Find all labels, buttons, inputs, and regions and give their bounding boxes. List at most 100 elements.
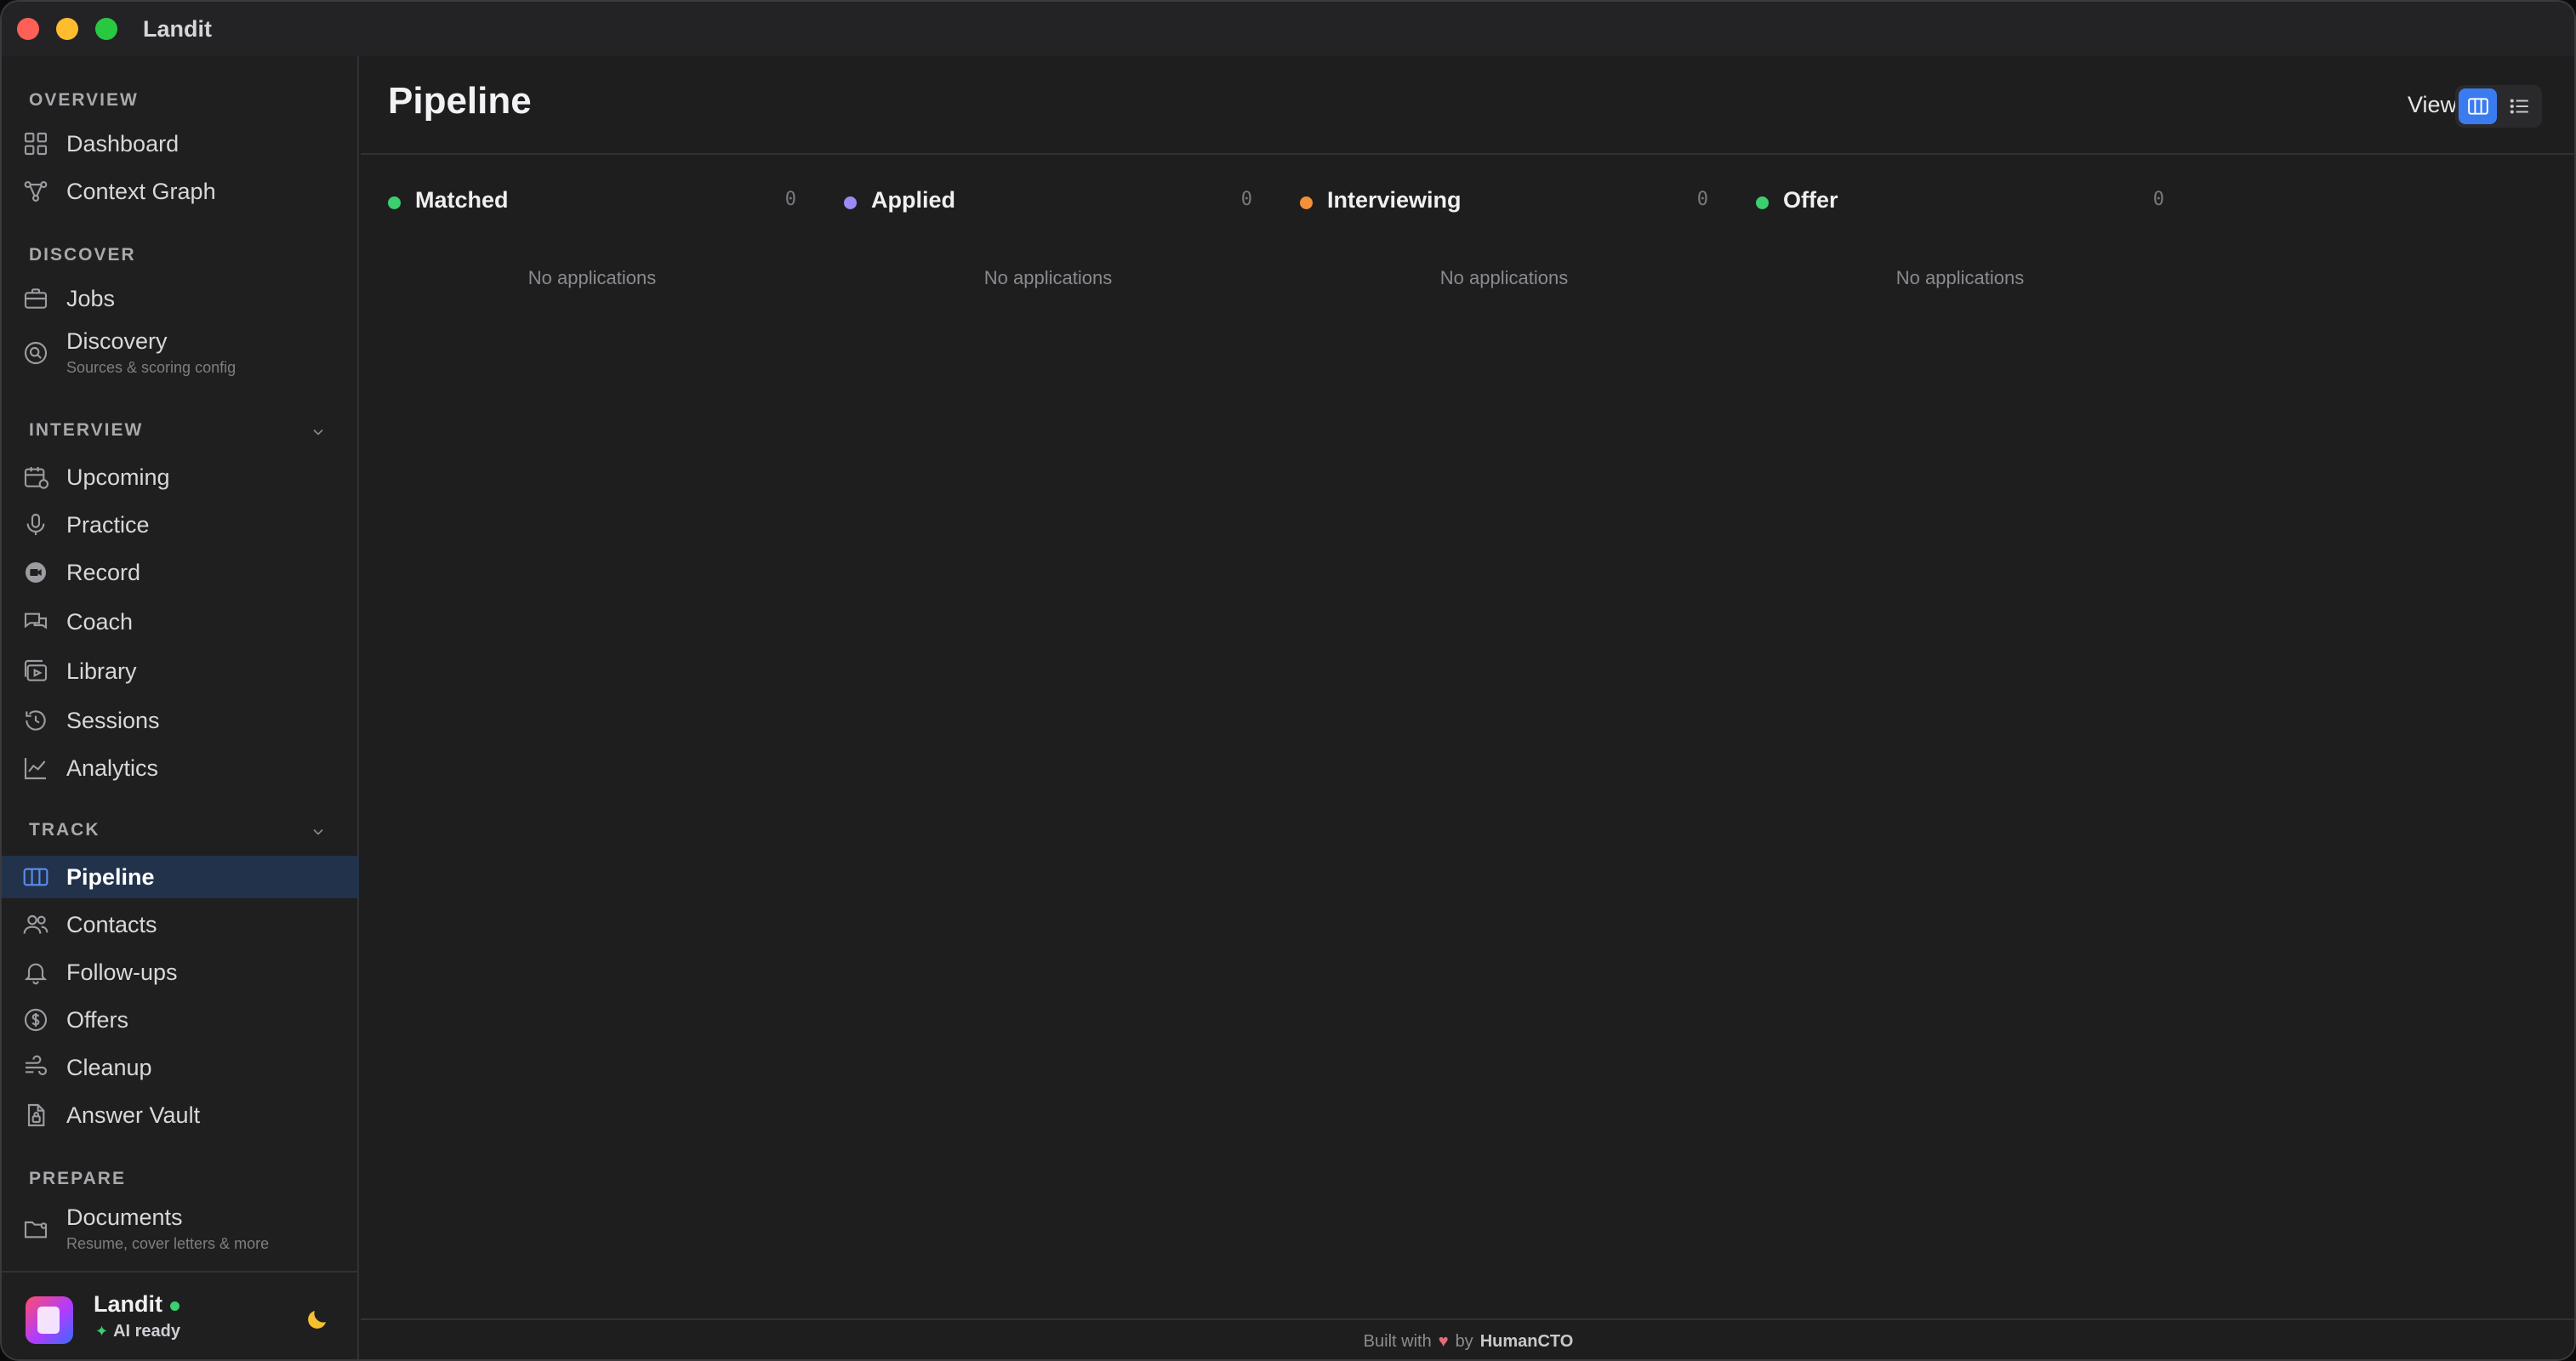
window-title: Landit (143, 15, 212, 42)
status-dot (388, 196, 401, 209)
graph-icon (24, 180, 48, 202)
dollar-icon (24, 1008, 48, 1032)
section-prepare: PREPARE (29, 1169, 126, 1188)
app-footer: Built with ♥ by HumanCTO (361, 1318, 2574, 1359)
column-header: Interviewing 0 (1300, 184, 1708, 218)
ai-status: ✦ AI ready (95, 1322, 180, 1341)
section-track: TRACK (29, 820, 100, 840)
status-dot (1300, 196, 1313, 209)
empty-state: No applications (1895, 267, 2025, 288)
sidebar-item-jobs[interactable]: Jobs (2, 277, 359, 320)
section-discover: DISCOVER (29, 245, 136, 265)
sidebar-item-label: Coach (66, 608, 134, 635)
sidebar-item-label: Library (66, 658, 137, 684)
folder-icon (24, 1221, 48, 1239)
ai-status-label: AI ready (113, 1322, 181, 1341)
sidebar-item-label: Pipeline (66, 863, 155, 890)
sidebar: OVERVIEW Dashboard Context Graph DISCOVE… (2, 56, 359, 1359)
sidebar-item-label: Offers (66, 1006, 129, 1033)
bell-icon (24, 963, 48, 985)
calendar-icon (24, 467, 49, 489)
empty-state: No applications (527, 267, 657, 288)
sidebar-item-context-graph[interactable]: Context Graph (2, 170, 359, 213)
sidebar-item-subtitle: Sources & scoring config (66, 359, 237, 376)
sidebar-item-follow-ups[interactable]: Follow-ups (2, 951, 359, 994)
columns-icon (2467, 98, 2488, 115)
page-title: Pipeline (388, 80, 532, 122)
status-dot (1756, 196, 1769, 209)
chevron-down-icon[interactable] (310, 424, 327, 441)
footer-built-with: Built with (1363, 1331, 1432, 1351)
zoom-window-button[interactable] (95, 18, 117, 40)
sidebar-item-contacts[interactable]: Contacts (2, 903, 359, 946)
sidebar-item-label: Answer Vault (66, 1102, 201, 1128)
sidebar-item-label: Follow-ups (66, 959, 178, 985)
empty-state: No applications (983, 267, 1113, 288)
online-indicator (170, 1301, 180, 1311)
sidebar-item-record[interactable]: Record (2, 551, 359, 594)
column-header: Offer 0 (1756, 184, 2164, 218)
sidebar-item-label: Documents (66, 1204, 183, 1230)
briefcase-icon (24, 288, 48, 309)
sidebar-item-answer-vault[interactable]: Answer Vault (2, 1094, 359, 1136)
empty-state: No applications (1439, 267, 1569, 288)
app-window: Landit OVERVIEW Dashboard Context Graph … (0, 0, 2576, 1361)
main-content: Pipeline View Matched 0 No applications (361, 56, 2574, 1359)
people-icon (23, 914, 48, 934)
sidebar-item-label: Record (66, 559, 141, 585)
chat-icon (24, 612, 48, 629)
sidebar-item-label: Context Graph (66, 178, 216, 204)
column-title: Interviewing (1327, 187, 1462, 213)
list-view-button[interactable] (2500, 88, 2539, 124)
column-count: 0 (1696, 189, 1708, 210)
sparkle-icon: ✦ (95, 1323, 109, 1340)
view-toggle (2455, 85, 2542, 128)
sidebar-item-library[interactable]: Library (2, 650, 359, 692)
sidebar-item-label: Practice (66, 511, 150, 538)
column-title: Matched (415, 187, 509, 213)
sidebar-item-subtitle: Resume, cover letters & more (66, 1235, 270, 1252)
column-count: 0 (1240, 189, 1252, 210)
document-lock-icon (27, 1103, 45, 1127)
sidebar-item-label: Jobs (66, 285, 116, 311)
column-header: Matched 0 (388, 184, 796, 218)
sidebar-item-discovery[interactable]: Discovery Sources & scoring config (2, 325, 359, 381)
brand-name: Landit (94, 1291, 162, 1317)
sidebar-item-analytics[interactable]: Analytics (2, 747, 359, 789)
sidebar-item-pipeline[interactable]: Pipeline (2, 856, 359, 898)
minimize-window-button[interactable] (56, 18, 78, 40)
window-controls (17, 18, 117, 40)
sidebar-item-sessions[interactable]: Sessions (2, 699, 359, 742)
sidebar-item-label: Cleanup (66, 1054, 152, 1080)
page-header: Pipeline View (361, 56, 2574, 155)
grid-icon (24, 132, 48, 156)
heart-icon: ♥ (1438, 1331, 1449, 1351)
footer-by: by (1455, 1331, 1473, 1351)
sidebar-item-upcoming[interactable]: Upcoming (2, 456, 359, 498)
sidebar-item-coach[interactable]: Coach (2, 601, 359, 643)
sidebar-item-label: Discovery (66, 328, 168, 354)
sidebar-item-label: Contacts (66, 911, 157, 937)
close-window-button[interactable] (17, 18, 39, 40)
wind-icon (26, 1055, 48, 1076)
column-title: Offer (1783, 187, 1838, 213)
columns-icon (23, 868, 48, 886)
moon-icon[interactable] (305, 1307, 330, 1332)
sidebar-item-documents[interactable]: Documents Resume, cover letters & more (2, 1201, 359, 1257)
footer-brand-link[interactable]: HumanCTO (1480, 1332, 1574, 1352)
sidebar-item-dashboard[interactable]: Dashboard (2, 122, 359, 165)
search-icon (24, 341, 48, 365)
sidebar-item-label: Upcoming (66, 464, 170, 490)
sidebar-item-label: Sessions (66, 707, 160, 733)
sidebar-item-practice[interactable]: Practice (2, 504, 359, 546)
history-icon (26, 710, 46, 731)
chevron-down-icon[interactable] (310, 823, 327, 840)
section-interview: INTERVIEW (29, 420, 144, 440)
video-library-icon (24, 659, 48, 681)
board-view-button[interactable] (2459, 88, 2497, 124)
sidebar-footer: Landit ✦ AI ready (2, 1271, 359, 1359)
column-header: Applied 0 (844, 184, 1252, 218)
column-count: 0 (784, 189, 796, 210)
sidebar-item-offers[interactable]: Offers (2, 999, 359, 1041)
sidebar-item-cleanup[interactable]: Cleanup (2, 1046, 359, 1089)
